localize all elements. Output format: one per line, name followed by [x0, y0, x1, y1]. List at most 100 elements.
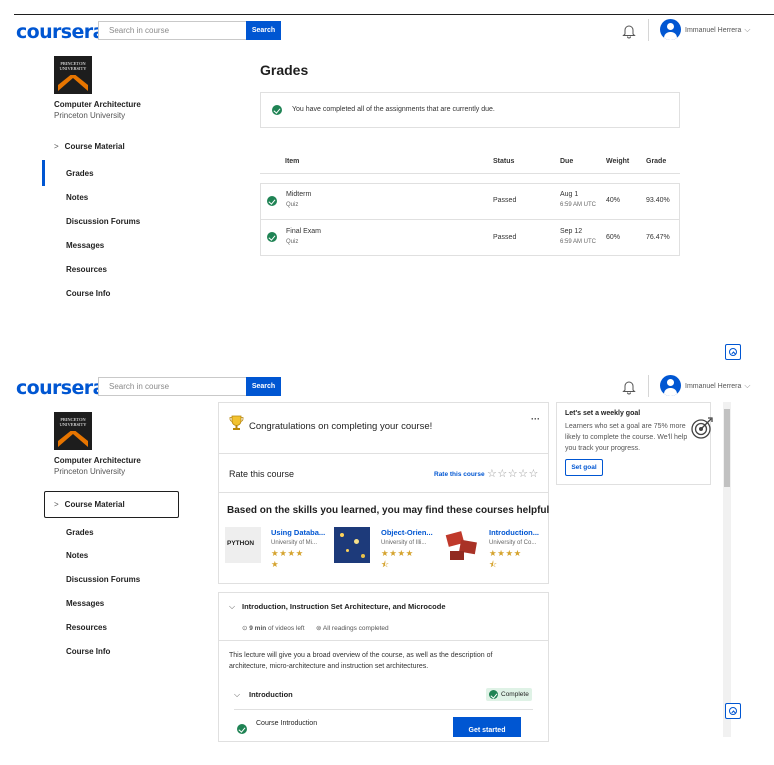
coursera-logo[interactable]: coursera [16, 377, 105, 399]
column-header-grade: Grade [646, 158, 667, 165]
arrow-up-icon [729, 707, 737, 715]
course-university: Princeton University [54, 111, 126, 120]
chevron-down-icon: ⌵ [744, 381, 751, 390]
set-goal-button[interactable]: Set goal [565, 459, 603, 476]
course-title: Computer Architecture [54, 456, 141, 465]
bell-icon[interactable] [622, 379, 636, 395]
search-input[interactable] [98, 21, 246, 40]
user-name: Immanuel Herrera [685, 383, 742, 390]
chevron-down-icon[interactable]: ⌵ [229, 602, 235, 612]
congratulations-text: Congratulations on completing your cours… [249, 421, 433, 432]
reading-icon: ⊚ [316, 625, 322, 632]
lesson-item[interactable]: Course Introduction [256, 720, 317, 727]
check-circle-icon [267, 232, 277, 242]
bell-icon[interactable] [622, 23, 636, 39]
divider [234, 709, 533, 710]
user-name: Immanuel Herrera [685, 27, 742, 34]
sidebar-item-course-info[interactable]: Course Info [66, 289, 110, 298]
status-text: Passed [493, 197, 517, 204]
search-button[interactable]: Search [246, 377, 281, 396]
sidebar-item-course-material[interactable]: > Course Material [54, 500, 125, 509]
goal-title: Let's set a weekly goal [565, 410, 641, 417]
course-link[interactable]: Using Databa... [271, 528, 325, 537]
due-date: Sep 12 [560, 228, 583, 235]
course-thumbnail[interactable] [444, 527, 480, 563]
course-link[interactable]: Introduction... [489, 528, 539, 537]
sidebar-item-messages[interactable]: Messages [66, 241, 104, 250]
lesson-title[interactable]: Introduction [249, 690, 293, 699]
due-date: Aug 1 [560, 191, 579, 198]
item-type: Quiz [286, 239, 299, 245]
module-description: This lecture will give you a broad overv… [229, 652, 493, 670]
sidebar-item-grades[interactable]: Grades [66, 528, 94, 537]
course-thumbnail[interactable]: PYTHON [225, 527, 261, 563]
top-header: coursera Search Immanuel Herrera⌵ [0, 17, 774, 47]
recommendations-title: Based on the skills you learned, you may… [227, 505, 550, 516]
course-link[interactable]: Object-Orien... [381, 528, 433, 537]
target-icon [691, 417, 713, 439]
sidebar-item-course-info[interactable]: Course Info [66, 647, 110, 656]
column-header-item: Item [285, 158, 300, 165]
course-university: Princeton University [54, 467, 126, 476]
coursera-logo[interactable]: coursera [16, 21, 105, 43]
module-title[interactable]: Introduction, Instruction Set Architectu… [242, 602, 446, 611]
sidebar-item-label: Course Material [64, 500, 125, 509]
due-time: 6:59 AM UTC [560, 239, 597, 245]
weight-value: 40% [606, 197, 621, 204]
course-title: Computer Architecture [54, 100, 141, 109]
sidebar-item-course-material[interactable]: > Course Material [54, 142, 125, 151]
sidebar-item-resources[interactable]: Resources [66, 265, 107, 274]
more-options-icon[interactable]: ··· [531, 414, 540, 424]
user-menu[interactable]: Immanuel Herrera ⌵ [685, 25, 751, 35]
column-header-status: Status [493, 158, 515, 165]
chevron-down-icon: ⌵ [744, 25, 751, 34]
divider [218, 453, 549, 454]
course-rating: ★★★★ ★ [271, 548, 304, 569]
active-indicator [42, 160, 45, 186]
readings-status: ⊚ All readings completed [316, 625, 389, 632]
sidebar-item-discussion-forums[interactable]: Discussion Forums [66, 575, 140, 584]
page-title: Grades [260, 62, 309, 78]
item-link-midterm[interactable]: Midterm [286, 191, 311, 198]
university-logo: PRINCETON UNIVERSITY [54, 56, 92, 94]
rate-course-label: Rate this course [229, 469, 295, 479]
sidebar-item-messages[interactable]: Messages [66, 599, 104, 608]
status-text: Passed [493, 234, 517, 241]
get-started-button[interactable]: Get started [453, 717, 521, 737]
sidebar-item-grades[interactable]: Grades [66, 169, 94, 178]
row-divider [260, 219, 680, 220]
course-rating: ★★★★ ⯪ [489, 548, 522, 569]
divider [218, 492, 549, 493]
check-circle-icon [237, 724, 247, 734]
search-input[interactable] [98, 377, 246, 396]
chevron-right-icon: > [54, 500, 59, 509]
check-circle-icon [267, 196, 277, 206]
scroll-to-top-button[interactable] [725, 703, 741, 719]
top-header: coursera Search Immanuel Herrera⌵ [0, 373, 774, 403]
top-border [14, 14, 774, 15]
avatar[interactable] [660, 19, 681, 40]
sidebar-item-discussion-forums[interactable]: Discussion Forums [66, 217, 140, 226]
check-circle-icon [272, 105, 282, 115]
grade-value: 76.47% [646, 234, 670, 241]
rate-course-link[interactable]: Rate this course [434, 471, 485, 478]
notice-text: You have completed all of the assignment… [292, 106, 495, 113]
rating-stars[interactable]: ☆☆☆☆☆ [487, 467, 539, 480]
column-header-weight: Weight [606, 158, 630, 165]
due-time: 6:59 AM UTC [560, 202, 597, 208]
sidebar-item-resources[interactable]: Resources [66, 623, 107, 632]
course-university: University of Illi... [381, 540, 427, 546]
scrollbar-thumb[interactable] [724, 409, 730, 487]
avatar[interactable] [660, 375, 681, 396]
course-thumbnail[interactable] [334, 527, 370, 563]
status-badge: Complete [486, 688, 532, 701]
chevron-down-icon[interactable]: ⌵ [234, 690, 240, 700]
sidebar-item-notes[interactable]: Notes [66, 551, 88, 560]
scroll-to-top-button[interactable] [725, 344, 741, 360]
item-link-final-exam[interactable]: Final Exam [286, 228, 321, 235]
sidebar-item-label: Course Material [64, 142, 125, 151]
check-circle-icon [489, 690, 498, 699]
user-menu[interactable]: Immanuel Herrera ⌵ [685, 381, 751, 391]
search-button[interactable]: Search [246, 21, 281, 40]
sidebar-item-notes[interactable]: Notes [66, 193, 88, 202]
